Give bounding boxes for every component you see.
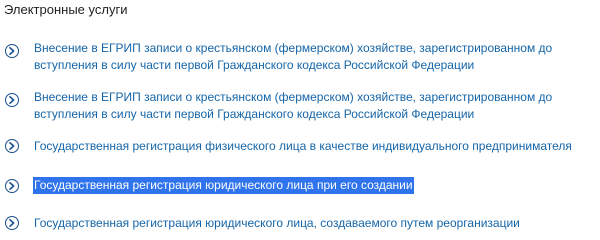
chevron-right-circle-icon[interactable] [5,44,19,58]
chevron-right-circle-icon[interactable] [5,179,19,193]
chevron-right-circle-icon[interactable] [5,216,19,230]
section-title: Электронные услуги [4,2,128,17]
chevron-right-circle-icon[interactable] [5,93,19,107]
electronic-services-page: Электронные услуги Внесение в ЕГРИП запи… [0,0,600,237]
chevron-right-circle-icon[interactable] [5,139,19,153]
service-link[interactable]: Внесение в ЕГРИП записи о крестьянском (… [34,40,588,74]
service-link-selected[interactable]: Государственная регистрация юридического… [33,177,414,194]
service-link[interactable]: Государственная регистрация физического … [34,138,588,155]
service-link[interactable]: Государственная регистрация юридического… [34,215,588,232]
service-link[interactable]: Внесение в ЕГРИП записи о крестьянском (… [34,89,588,123]
